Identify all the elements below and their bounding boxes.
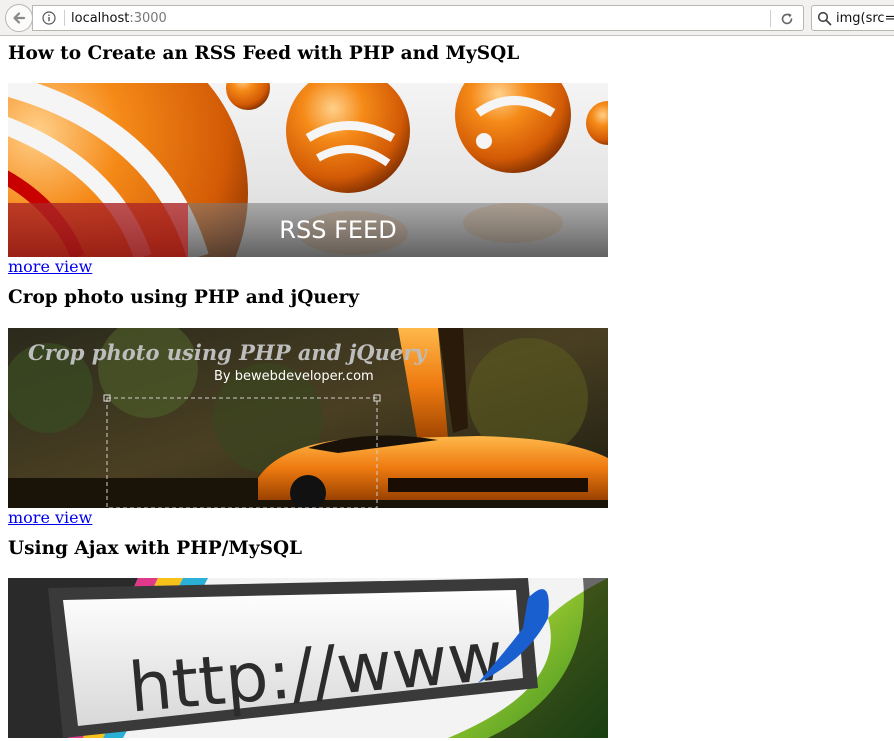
search-icon	[817, 11, 832, 26]
search-bar[interactable]: img(src=	[811, 5, 894, 31]
article-ajax: Using Ajax with PHP/MySQL http://www	[8, 538, 888, 738]
reload-separator	[770, 10, 771, 27]
back-button[interactable]	[5, 4, 33, 32]
arrow-left-icon	[13, 12, 26, 24]
crop-byline: By bewebdeveloper.com	[214, 369, 374, 384]
info-icon[interactable]	[42, 11, 56, 25]
crop-caption: Crop photo using PHP and jQuery	[28, 340, 428, 365]
article-image-ajax: http://www	[8, 578, 608, 738]
page-content: How to Create an RSS Feed with PHP and M…	[8, 36, 888, 738]
article-title: Using Ajax with PHP/MySQL	[8, 538, 303, 559]
browser-toolbar: localhost:3000 img(src=	[0, 0, 894, 36]
article-image-rss: RSS FEED	[8, 83, 608, 257]
article-title: How to Create an RSS Feed with PHP and M…	[8, 43, 520, 64]
url-separator	[64, 10, 65, 26]
article-image-crop: Crop photo using PHP and jQuery By beweb…	[8, 328, 608, 508]
article-title: Crop photo using PHP and jQuery	[8, 287, 360, 308]
article-crop-photo: Crop photo using PHP and jQuery Crop pho…	[8, 287, 888, 528]
reload-icon[interactable]	[779, 11, 795, 27]
article-rss-feed: How to Create an RSS Feed with PHP and M…	[8, 43, 888, 277]
more-view-link[interactable]: more view	[8, 257, 888, 277]
more-view-link[interactable]: more view	[8, 508, 888, 528]
url-text[interactable]: localhost:3000	[71, 11, 167, 26]
address-bar[interactable]: localhost:3000	[32, 5, 804, 31]
url-host: localhost	[71, 10, 130, 26]
url-port: :3000	[129, 10, 167, 26]
rss-caption: RSS FEED	[279, 216, 396, 244]
search-input[interactable]: img(src=	[836, 11, 894, 26]
